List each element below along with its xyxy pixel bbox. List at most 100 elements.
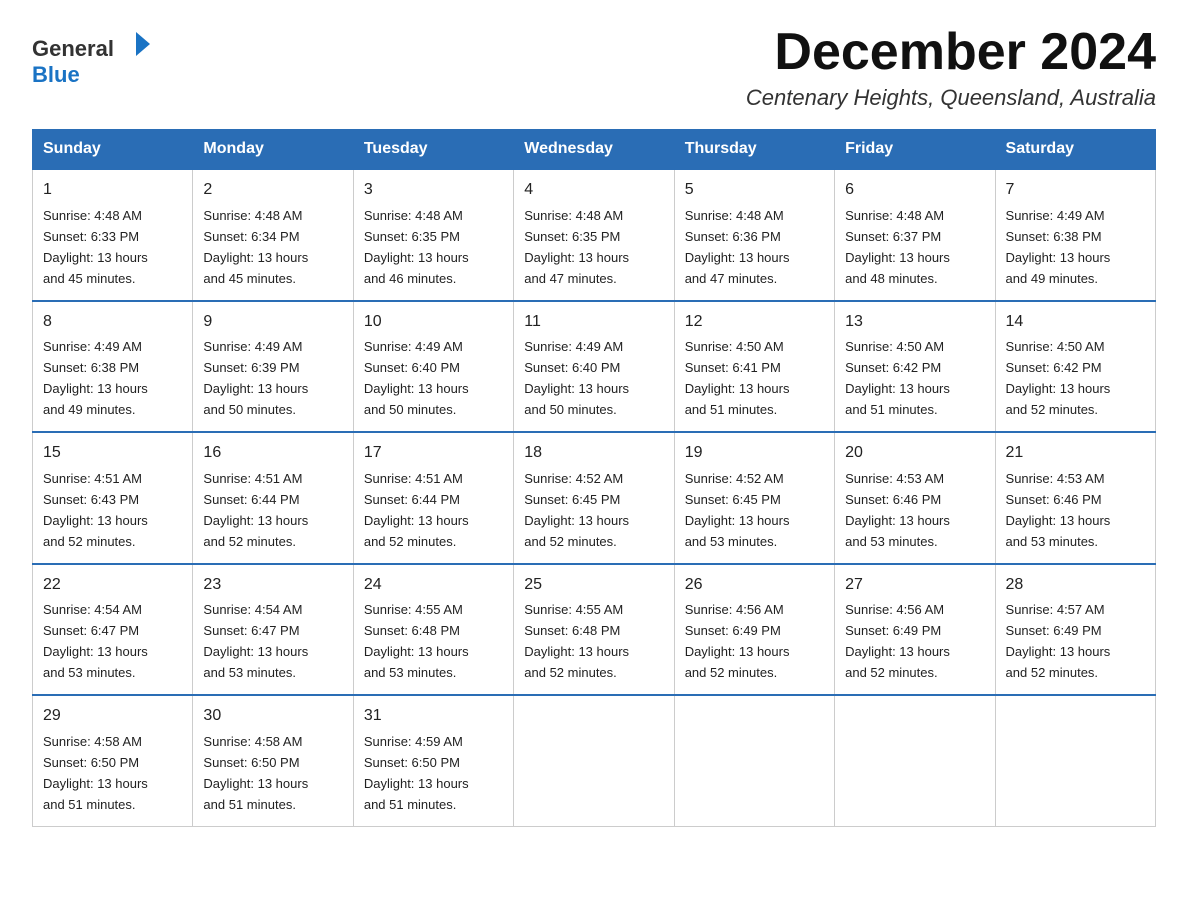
calendar-cell: 17 Sunrise: 4:51 AMSunset: 6:44 PMDaylig… [353,432,513,563]
day-number: 25 [524,573,663,598]
calendar-cell: 1 Sunrise: 4:48 AMSunset: 6:33 PMDayligh… [33,169,193,300]
day-info: Sunrise: 4:48 AMSunset: 6:35 PMDaylight:… [364,208,469,286]
logo: General Blue [32,24,162,94]
day-number: 2 [203,178,342,203]
day-info: Sunrise: 4:48 AMSunset: 6:35 PMDaylight:… [524,208,629,286]
header-tuesday: Tuesday [353,130,513,170]
day-number: 13 [845,310,984,335]
day-number: 26 [685,573,824,598]
calendar-cell: 15 Sunrise: 4:51 AMSunset: 6:43 PMDaylig… [33,432,193,563]
calendar-cell: 4 Sunrise: 4:48 AMSunset: 6:35 PMDayligh… [514,169,674,300]
calendar-title: December 2024 [746,24,1156,81]
day-number: 22 [43,573,182,598]
day-info: Sunrise: 4:58 AMSunset: 6:50 PMDaylight:… [43,734,148,812]
calendar-cell [995,695,1155,826]
day-number: 4 [524,178,663,203]
day-info: Sunrise: 4:51 AMSunset: 6:44 PMDaylight:… [364,471,469,549]
day-info: Sunrise: 4:50 AMSunset: 6:42 PMDaylight:… [845,339,950,417]
day-number: 12 [685,310,824,335]
calendar-cell: 2 Sunrise: 4:48 AMSunset: 6:34 PMDayligh… [193,169,353,300]
calendar-cell: 5 Sunrise: 4:48 AMSunset: 6:36 PMDayligh… [674,169,834,300]
day-number: 1 [43,178,182,203]
calendar-table: Sunday Monday Tuesday Wednesday Thursday… [32,129,1156,826]
header-friday: Friday [835,130,995,170]
day-info: Sunrise: 4:55 AMSunset: 6:48 PMDaylight:… [524,602,629,680]
calendar-cell: 7 Sunrise: 4:49 AMSunset: 6:38 PMDayligh… [995,169,1155,300]
svg-text:General: General [32,36,114,61]
page-header: General Blue December 2024 Centenary Hei… [32,24,1156,111]
header-monday: Monday [193,130,353,170]
calendar-week-5: 29 Sunrise: 4:58 AMSunset: 6:50 PMDaylig… [33,695,1156,826]
day-info: Sunrise: 4:49 AMSunset: 6:38 PMDaylight:… [1006,208,1111,286]
day-info: Sunrise: 4:54 AMSunset: 6:47 PMDaylight:… [43,602,148,680]
day-number: 3 [364,178,503,203]
day-info: Sunrise: 4:48 AMSunset: 6:37 PMDaylight:… [845,208,950,286]
day-info: Sunrise: 4:54 AMSunset: 6:47 PMDaylight:… [203,602,308,680]
day-info: Sunrise: 4:55 AMSunset: 6:48 PMDaylight:… [364,602,469,680]
calendar-cell: 8 Sunrise: 4:49 AMSunset: 6:38 PMDayligh… [33,301,193,432]
day-number: 10 [364,310,503,335]
calendar-cell: 12 Sunrise: 4:50 AMSunset: 6:41 PMDaylig… [674,301,834,432]
day-info: Sunrise: 4:57 AMSunset: 6:49 PMDaylight:… [1006,602,1111,680]
day-info: Sunrise: 4:50 AMSunset: 6:42 PMDaylight:… [1006,339,1111,417]
day-number: 23 [203,573,342,598]
day-info: Sunrise: 4:52 AMSunset: 6:45 PMDaylight:… [524,471,629,549]
day-number: 30 [203,704,342,729]
day-number: 6 [845,178,984,203]
calendar-cell: 6 Sunrise: 4:48 AMSunset: 6:37 PMDayligh… [835,169,995,300]
calendar-week-1: 1 Sunrise: 4:48 AMSunset: 6:33 PMDayligh… [33,169,1156,300]
calendar-cell: 11 Sunrise: 4:49 AMSunset: 6:40 PMDaylig… [514,301,674,432]
calendar-cell: 25 Sunrise: 4:55 AMSunset: 6:48 PMDaylig… [514,564,674,695]
day-number: 21 [1006,441,1145,466]
day-info: Sunrise: 4:53 AMSunset: 6:46 PMDaylight:… [845,471,950,549]
header-wednesday: Wednesday [514,130,674,170]
weekday-header-row: Sunday Monday Tuesday Wednesday Thursday… [33,130,1156,170]
day-info: Sunrise: 4:52 AMSunset: 6:45 PMDaylight:… [685,471,790,549]
day-number: 29 [43,704,182,729]
day-info: Sunrise: 4:49 AMSunset: 6:38 PMDaylight:… [43,339,148,417]
day-info: Sunrise: 4:51 AMSunset: 6:43 PMDaylight:… [43,471,148,549]
calendar-cell: 27 Sunrise: 4:56 AMSunset: 6:49 PMDaylig… [835,564,995,695]
title-block: December 2024 Centenary Heights, Queensl… [746,24,1156,111]
calendar-cell: 29 Sunrise: 4:58 AMSunset: 6:50 PMDaylig… [33,695,193,826]
day-info: Sunrise: 4:48 AMSunset: 6:33 PMDaylight:… [43,208,148,286]
day-info: Sunrise: 4:49 AMSunset: 6:39 PMDaylight:… [203,339,308,417]
header-saturday: Saturday [995,130,1155,170]
calendar-cell: 9 Sunrise: 4:49 AMSunset: 6:39 PMDayligh… [193,301,353,432]
day-info: Sunrise: 4:56 AMSunset: 6:49 PMDaylight:… [685,602,790,680]
calendar-cell: 18 Sunrise: 4:52 AMSunset: 6:45 PMDaylig… [514,432,674,563]
day-number: 20 [845,441,984,466]
svg-text:Blue: Blue [32,62,80,87]
day-info: Sunrise: 4:59 AMSunset: 6:50 PMDaylight:… [364,734,469,812]
day-number: 17 [364,441,503,466]
day-info: Sunrise: 4:50 AMSunset: 6:41 PMDaylight:… [685,339,790,417]
calendar-cell: 13 Sunrise: 4:50 AMSunset: 6:42 PMDaylig… [835,301,995,432]
calendar-cell: 22 Sunrise: 4:54 AMSunset: 6:47 PMDaylig… [33,564,193,695]
day-info: Sunrise: 4:49 AMSunset: 6:40 PMDaylight:… [364,339,469,417]
calendar-cell: 30 Sunrise: 4:58 AMSunset: 6:50 PMDaylig… [193,695,353,826]
day-number: 31 [364,704,503,729]
day-number: 19 [685,441,824,466]
day-info: Sunrise: 4:49 AMSunset: 6:40 PMDaylight:… [524,339,629,417]
calendar-cell: 23 Sunrise: 4:54 AMSunset: 6:47 PMDaylig… [193,564,353,695]
calendar-cell: 16 Sunrise: 4:51 AMSunset: 6:44 PMDaylig… [193,432,353,563]
day-info: Sunrise: 4:56 AMSunset: 6:49 PMDaylight:… [845,602,950,680]
calendar-cell [514,695,674,826]
calendar-cell: 24 Sunrise: 4:55 AMSunset: 6:48 PMDaylig… [353,564,513,695]
day-number: 14 [1006,310,1145,335]
day-number: 15 [43,441,182,466]
calendar-cell: 19 Sunrise: 4:52 AMSunset: 6:45 PMDaylig… [674,432,834,563]
calendar-cell [674,695,834,826]
day-info: Sunrise: 4:53 AMSunset: 6:46 PMDaylight:… [1006,471,1111,549]
header-sunday: Sunday [33,130,193,170]
day-number: 5 [685,178,824,203]
day-number: 8 [43,310,182,335]
day-number: 11 [524,310,663,335]
calendar-subtitle: Centenary Heights, Queensland, Australia [746,85,1156,111]
day-number: 9 [203,310,342,335]
day-number: 16 [203,441,342,466]
day-number: 7 [1006,178,1145,203]
calendar-week-4: 22 Sunrise: 4:54 AMSunset: 6:47 PMDaylig… [33,564,1156,695]
calendar-cell: 21 Sunrise: 4:53 AMSunset: 6:46 PMDaylig… [995,432,1155,563]
day-number: 28 [1006,573,1145,598]
